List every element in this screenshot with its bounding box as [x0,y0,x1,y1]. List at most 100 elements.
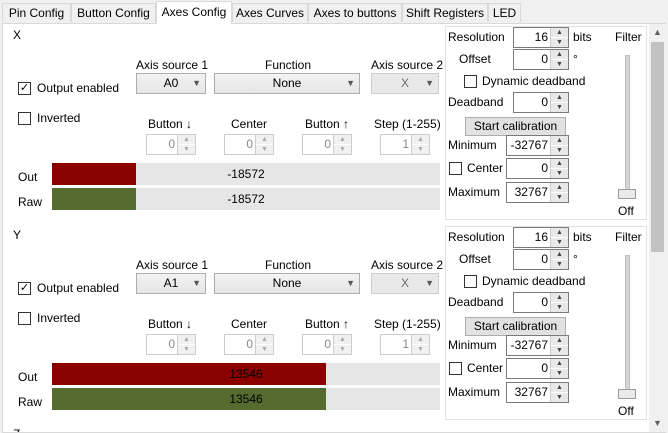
spin-up-icon[interactable]: ▲ [551,383,568,392]
spin-up-icon[interactable]: ▲ [551,136,568,145]
tab-axes-config[interactable]: Axes Config [156,1,232,24]
offset-spinner[interactable]: 0 ▲ ▼ [513,49,569,70]
spin-down-icon[interactable]: ▼ [551,369,568,378]
start-calibration-button[interactable]: Start calibration [465,317,566,336]
spin-up-icon[interactable]: ▲ [551,159,568,168]
axis-source-1-select[interactable]: A0 ▼ [136,73,206,94]
deadband-spinner[interactable]: 0 ▲ ▼ [513,292,569,313]
maximum-spinner[interactable]: 32767 ▲ ▼ [506,182,569,203]
center-check-label: Center [467,361,504,375]
dynamic-deadband-checkbox[interactable] [464,275,477,288]
spin-down-icon[interactable]: ▼ [551,103,568,112]
spin-down-icon[interactable]: ▼ [334,345,351,354]
spin-down-icon[interactable]: ▼ [551,238,568,247]
filter-value: Off [618,404,634,418]
spin-up-icon[interactable]: ▲ [256,135,273,144]
button-up-spinner[interactable]: 0 ▲ ▼ [302,134,352,155]
raw-value: 13546 [229,392,263,406]
function-label: Function [265,58,312,72]
output-enabled-checkbox[interactable]: ✓ [18,82,31,95]
tab-led[interactable]: LED [488,3,521,22]
resolution-spinner[interactable]: 16 ▲ ▼ [513,27,569,48]
button-up-spinner[interactable]: 0 ▲ ▼ [302,334,352,355]
center-value-spinner[interactable]: 0 ▲ ▼ [506,358,569,379]
spin-up-icon[interactable]: ▲ [334,135,351,144]
inverted-checkbox[interactable] [18,112,31,125]
spin-up-icon[interactable]: ▲ [551,293,568,302]
tab-pin-config[interactable]: Pin Config [2,3,71,22]
tab-axes-curves[interactable]: Axes Curves [232,3,308,22]
spin-up-icon[interactable]: ▲ [551,50,568,59]
degree-label: ° [573,252,578,266]
scrollbar-thumb[interactable] [651,42,664,252]
spin-down-icon[interactable]: ▼ [551,38,568,47]
maximum-spinner[interactable]: 32767 ▲ ▼ [506,382,569,403]
spin-down-icon[interactable]: ▼ [551,146,568,155]
minimum-spinner[interactable]: -32767 ▲ ▼ [506,135,569,156]
axis-source-2-select[interactable]: X ▼ [371,273,439,294]
spin-up-icon[interactable]: ▲ [178,335,195,344]
filter-slider-thumb[interactable] [618,389,636,399]
center-spinner[interactable]: 0 ▲ ▼ [224,334,274,355]
spin-down-icon[interactable]: ▼ [256,145,273,154]
axis-source-2-label: Axis source 2 [371,258,444,272]
filter-slider-track[interactable] [625,255,630,391]
resolution-spinner[interactable]: 16 ▲ ▼ [513,227,569,248]
spin-down-icon[interactable]: ▼ [551,169,568,178]
axis-source-1-select[interactable]: A1 ▼ [136,273,206,294]
spin-down-icon[interactable]: ▼ [412,345,429,354]
spin-down-icon[interactable]: ▼ [551,393,568,402]
filter-slider-track[interactable] [625,55,630,191]
spin-up-icon[interactable]: ▲ [551,28,568,37]
function-select[interactable]: None ▼ [214,273,360,294]
button-down-spinner[interactable]: 0 ▲ ▼ [146,134,196,155]
spin-up-icon[interactable]: ▲ [551,250,568,259]
filter-slider-thumb[interactable] [618,189,636,199]
spin-down-icon[interactable]: ▼ [551,193,568,202]
deadband-spinner[interactable]: 0 ▲ ▼ [513,92,569,113]
scroll-down-icon[interactable]: ▼ [649,415,666,432]
vertical-scrollbar[interactable]: ▲ ▼ [649,24,666,432]
chevron-down-icon: ▼ [346,78,355,88]
tab-button-config[interactable]: Button Config [71,3,156,22]
minimum-spinner[interactable]: -32767 ▲ ▼ [506,335,569,356]
button-down-spinner[interactable]: 0 ▲ ▼ [146,334,196,355]
center-spinner[interactable]: 0 ▲ ▼ [224,134,274,155]
spin-up-icon[interactable]: ▲ [551,183,568,192]
spin-down-icon[interactable]: ▼ [412,145,429,154]
offset-spinner[interactable]: 0 ▲ ▼ [513,249,569,270]
inverted-checkbox[interactable] [18,312,31,325]
spin-up-icon[interactable]: ▲ [178,135,195,144]
spin-up-icon[interactable]: ▲ [551,336,568,345]
spin-down-icon[interactable]: ▼ [551,260,568,269]
step-spinner[interactable]: 1 ▲ ▼ [380,134,430,155]
spin-up-icon[interactable]: ▲ [551,93,568,102]
spin-down-icon[interactable]: ▼ [256,345,273,354]
scroll-up-icon[interactable]: ▲ [649,24,666,41]
start-calibration-button[interactable]: Start calibration [465,117,566,136]
tab-shift-registers[interactable]: Shift Registers [402,3,488,22]
spin-up-icon[interactable]: ▲ [334,335,351,344]
degree-label: ° [573,52,578,66]
spin-down-icon[interactable]: ▼ [551,303,568,312]
axis-title: X [13,28,22,42]
axis-source-2-select[interactable]: X ▼ [371,73,439,94]
spin-up-icon[interactable]: ▲ [256,335,273,344]
step-spinner[interactable]: 1 ▲ ▼ [380,334,430,355]
tab-axes-to-buttons[interactable]: Axes to buttons [308,3,402,22]
spin-down-icon[interactable]: ▼ [551,60,568,69]
center-checkbox[interactable] [449,362,462,375]
spin-up-icon[interactable]: ▲ [412,335,429,344]
spin-down-icon[interactable]: ▼ [334,145,351,154]
center-value-spinner[interactable]: 0 ▲ ▼ [506,158,569,179]
spin-down-icon[interactable]: ▼ [178,145,195,154]
spin-up-icon[interactable]: ▲ [551,228,568,237]
center-checkbox[interactable] [449,162,462,175]
function-select[interactable]: None ▼ [214,73,360,94]
spin-down-icon[interactable]: ▼ [551,346,568,355]
dynamic-deadband-checkbox[interactable] [464,75,477,88]
spin-up-icon[interactable]: ▲ [412,135,429,144]
spin-down-icon[interactable]: ▼ [178,345,195,354]
output-enabled-checkbox[interactable]: ✓ [18,282,31,295]
spin-up-icon[interactable]: ▲ [551,359,568,368]
